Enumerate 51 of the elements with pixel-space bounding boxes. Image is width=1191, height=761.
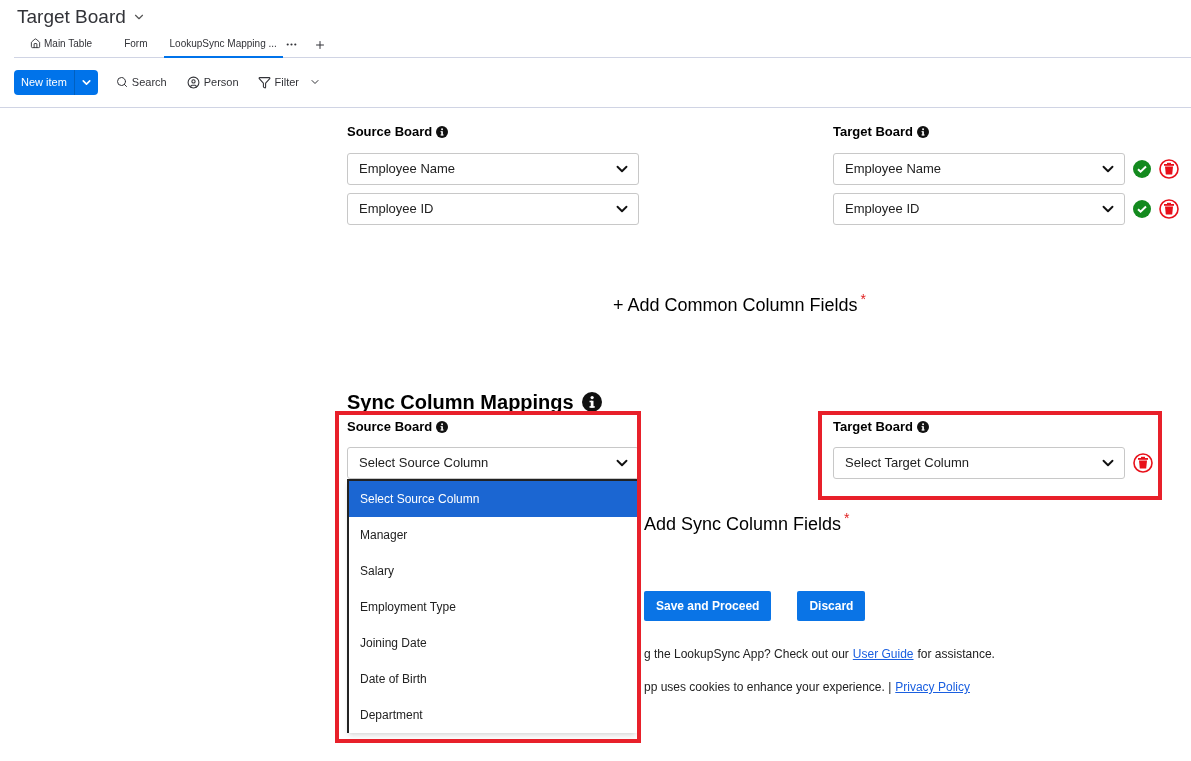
dropdown-option[interactable]: Department [349, 697, 637, 733]
person-button[interactable]: Person [186, 73, 239, 91]
section-heading: Sync Column Mappings [347, 390, 574, 415]
info-icon [916, 421, 929, 433]
view-tab[interactable]: Main Table [14, 31, 109, 58]
view-tab[interactable]: LookupSync Mapping ... [163, 31, 283, 58]
delete-icon[interactable] [1159, 159, 1179, 179]
field-label: Source Board [347, 123, 433, 142]
filter-button[interactable]: Filter [257, 73, 321, 91]
column-select[interactable]: Employee Name [833, 153, 1125, 185]
dropdown-option[interactable]: Joining Date [349, 625, 637, 661]
person-icon [186, 75, 200, 89]
filter-icon [257, 75, 271, 89]
add-sync-fields-link[interactable]: Add Sync Column Fields [644, 511, 842, 538]
check-icon [1133, 160, 1151, 178]
column-select[interactable]: Employee ID [833, 193, 1125, 225]
board-title: Target Board [17, 4, 126, 29]
column-select[interactable]: Select Target Column [833, 447, 1125, 479]
delete-icon[interactable] [1159, 199, 1179, 219]
column-select[interactable]: Employee ID [347, 193, 639, 225]
dropdown-option[interactable]: Select Source Column [349, 481, 637, 517]
search-button[interactable]: Search [115, 73, 167, 91]
action-button[interactable]: Discard [797, 591, 866, 621]
dropdown-option[interactable]: Employment Type [349, 589, 637, 625]
delete-icon[interactable] [1133, 453, 1153, 473]
action-button[interactable]: Save and Proceed [644, 591, 772, 621]
cookie-notice: pp uses cookies to enhance your experience. | [644, 679, 892, 696]
add-common-fields-link[interactable]: + Add Common Column Fields [613, 292, 858, 319]
home-icon [30, 38, 41, 49]
add-icon[interactable] [313, 38, 326, 51]
field-label: Target Board [833, 418, 913, 437]
privacy-policy-link[interactable]: Privacy Policy [895, 678, 970, 696]
column-select[interactable]: Employee Name [347, 153, 639, 185]
info-icon [916, 126, 929, 138]
info-icon [436, 126, 449, 138]
user-guide-link[interactable]: User Guide [852, 645, 914, 663]
view-tab[interactable]: Form [108, 31, 164, 58]
required-mark: * [844, 509, 850, 528]
dropdown-option[interactable]: Manager [349, 517, 637, 553]
dropdown-option[interactable]: Date of Birth [349, 661, 637, 697]
info-icon [581, 392, 602, 412]
search-icon [115, 76, 128, 88]
help-text: for assistance. [917, 646, 995, 663]
field-label: Target Board [833, 123, 913, 142]
dropdown-option[interactable]: Salary [349, 553, 637, 589]
required-mark: * [860, 290, 867, 309]
help-text: g the LookupSync App? Check out our [644, 646, 849, 663]
info-icon [436, 421, 449, 433]
column-select[interactable]: Select Source Column [347, 447, 639, 479]
check-icon [1133, 200, 1151, 218]
field-label: Source Board [347, 418, 433, 437]
